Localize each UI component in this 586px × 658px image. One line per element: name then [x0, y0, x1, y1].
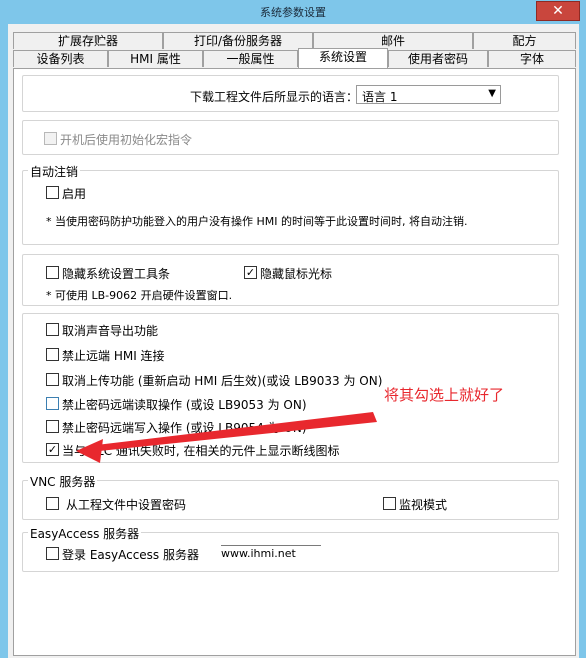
show-disconnect-icon-checkbox[interactable]: ✓	[46, 443, 59, 456]
disable-sound-export-checkbox[interactable]	[46, 323, 59, 336]
tab-device-list[interactable]: 设备列表	[13, 50, 108, 67]
tab-system-settings[interactable]: 系统设置	[298, 48, 388, 68]
tab-hmi-properties[interactable]: HMI 属性	[108, 50, 203, 67]
tab-recipe[interactable]: 配方	[473, 32, 576, 49]
language-select-value: 语言 1	[362, 90, 398, 104]
toolbar-note: * 可使用 LB-9062 开启硬件设置窗口.	[46, 289, 233, 302]
window-title: 系统参数设置	[260, 6, 326, 19]
easyaccess-login-checkbox[interactable]	[46, 547, 59, 560]
vnc-password-checkbox[interactable]	[46, 497, 59, 510]
easyaccess-url-value: www.ihmi.net	[221, 547, 296, 560]
show-disconnect-icon-label: 当与 PLC 通讯失败时, 在相关的元件上显示断线图标	[62, 444, 340, 458]
language-select[interactable]: 语言 1 ▼	[356, 85, 501, 104]
hide-toolbar-label: 隐藏系统设置工具条	[62, 267, 171, 281]
auto-logout-enable-checkbox[interactable]	[46, 186, 59, 199]
vnc-password-label: 从工程文件中设置密码	[66, 498, 187, 512]
hide-cursor-checkbox[interactable]: ✓	[244, 266, 257, 279]
hide-toolbar-checkbox[interactable]	[46, 266, 59, 279]
vnc-group-label: VNC 服务器	[28, 473, 98, 490]
easyaccess-url-field[interactable]: www.ihmi.net	[221, 545, 321, 562]
tab-email[interactable]: 邮件	[313, 32, 473, 49]
auto-logout-enable-label: 启用	[62, 187, 87, 201]
language-label: 下载工程文件后所显示的语言：	[190, 90, 359, 104]
disable-password-read-label: 禁止密码远端读取操作 (或设 LB9053 为 ON)	[62, 398, 307, 412]
vnc-monitor-checkbox[interactable]	[383, 497, 396, 510]
disable-remote-hmi-checkbox[interactable]	[46, 348, 59, 361]
tab-print-backup-server[interactable]: 打印/备份服务器	[163, 32, 313, 49]
easyaccess-group-label: EasyAccess 服务器	[28, 525, 142, 542]
tab-extended-memory[interactable]: 扩展存贮器	[13, 32, 163, 49]
startup-macro-checkbox[interactable]	[44, 132, 57, 145]
easyaccess-login-label: 登录 EasyAccess 服务器	[62, 548, 199, 562]
disable-password-write-checkbox[interactable]	[46, 420, 59, 433]
vnc-monitor-label: 监视模式	[399, 498, 448, 512]
tab-font[interactable]: 字体	[488, 50, 576, 67]
disable-upload-checkbox[interactable]	[46, 373, 59, 386]
tab-user-password[interactable]: 使用者密码	[388, 50, 488, 67]
disable-password-read-checkbox[interactable]	[46, 397, 59, 410]
auto-logout-group-label: 自动注销	[28, 163, 81, 180]
disable-remote-hmi-label: 禁止远端 HMI 连接	[62, 349, 165, 363]
annotation-text: 将其勾选上就好了	[384, 386, 505, 404]
close-icon: ✕	[552, 3, 564, 19]
disable-upload-label: 取消上传功能 (重新启动 HMI 后生效)(或设 LB9033 为 ON)	[62, 374, 383, 388]
disable-password-write-label: 禁止密码远端写入操作 (或设 LB9054 为 ON)	[62, 421, 307, 435]
startup-macro-label: 开机后使用初始化宏指令	[60, 133, 193, 147]
auto-logout-group	[22, 170, 559, 245]
title-bar: 系统参数设置 ✕	[0, 0, 586, 24]
hide-cursor-label: 隐藏鼠标光标	[260, 267, 333, 281]
disable-sound-export-label: 取消声音导出功能	[62, 324, 159, 338]
close-button[interactable]: ✕	[536, 1, 580, 21]
auto-logout-note: * 当使用密码防护功能登入的用户没有操作 HMI 的时间等于此设置时间时, 将自…	[46, 215, 468, 228]
chevron-down-icon: ▼	[488, 88, 496, 99]
tab-general-properties[interactable]: 一般属性	[203, 50, 298, 67]
